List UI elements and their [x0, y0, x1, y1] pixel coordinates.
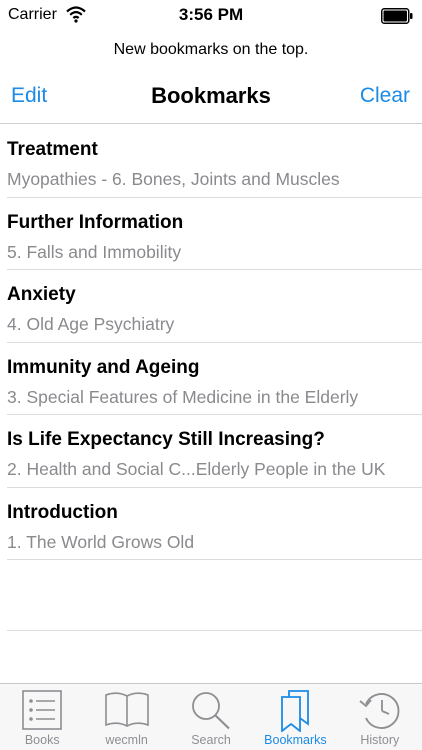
- bookmarks-icon: [281, 690, 310, 732]
- row-separator: [7, 630, 422, 631]
- search-icon: [192, 692, 230, 730]
- bookmark-chapter: 1. The World Grows Old: [7, 531, 195, 552]
- bookmark-row[interactable]: Treatment Myopathies - 6. Bones, Joints …: [0, 125, 422, 198]
- bookmark-list: Treatment Myopathies - 6. Bones, Joints …: [0, 125, 422, 631]
- bookmark-title: Immunity and Ageing: [7, 356, 200, 378]
- status-time: 3:56 PM: [178, 5, 244, 24]
- bookmark-chapter: 5. Falls and Immobility: [7, 241, 182, 262]
- bookmark-title: Introduction: [7, 501, 118, 523]
- tab-bookmarks[interactable]: Bookmarks: [253, 684, 337, 750]
- bookmark-title: Treatment: [7, 139, 98, 160]
- clear-button[interactable]: Clear: [360, 84, 410, 108]
- tab-label: Search: [191, 733, 231, 747]
- status-bar: Carrier 3:56 PM: [0, 0, 422, 30]
- bookmark-title: Further Information: [7, 211, 184, 233]
- clock-icon: [359, 693, 400, 729]
- tab-books[interactable]: Books: [0, 684, 84, 750]
- tab-label: Books: [24, 733, 60, 747]
- bookmark-title: Anxiety: [7, 284, 76, 305]
- bookmark-chapter: Myopathies - 6. Bones, Joints and Muscle…: [7, 169, 340, 189]
- book-icon: [104, 692, 149, 727]
- bookmark-row[interactable]: Further Information 5. Falls and Immobil…: [0, 198, 422, 271]
- bookmark-row[interactable]: Immunity and Ageing 3. Special Features …: [0, 343, 422, 416]
- tab-label: wecmln: [105, 733, 148, 747]
- bookmark-row[interactable]: Is Life Expectancy Still Increasing? 2. …: [0, 415, 422, 488]
- bookmark-title: Is Life Expectancy Still Increasing?: [7, 429, 325, 450]
- tab-history[interactable]: History: [338, 684, 422, 750]
- bookmark-order-notice: New bookmarks on the top.: [113, 41, 309, 58]
- bookmark-row[interactable]: Introduction 1. The World Grows Old: [0, 488, 422, 561]
- bookmark-row[interactable]: Anxiety 4. Old Age Psychiatry: [0, 270, 422, 343]
- battery-icon: [381, 8, 413, 24]
- tab-bar: Books wecmln Search Bookmarks History: [0, 683, 422, 750]
- tab-label: Bookmarks: [264, 733, 327, 747]
- tab-search[interactable]: Search: [169, 684, 253, 750]
- bookmark-chapter: 4. Old Age Psychiatry: [7, 314, 175, 334]
- bookmark-chapter: 3. Special Features of Medicine in the E…: [7, 386, 359, 407]
- navigation-bar: Edit Bookmarks Clear: [0, 70, 422, 124]
- tab-wecmln[interactable]: wecmln: [84, 684, 168, 750]
- bookmark-chapter: 2. Health and Social C...Elderly People …: [7, 459, 386, 479]
- page-title: Bookmarks: [151, 83, 271, 108]
- tab-label: History: [360, 733, 400, 747]
- list-icon: [22, 690, 63, 730]
